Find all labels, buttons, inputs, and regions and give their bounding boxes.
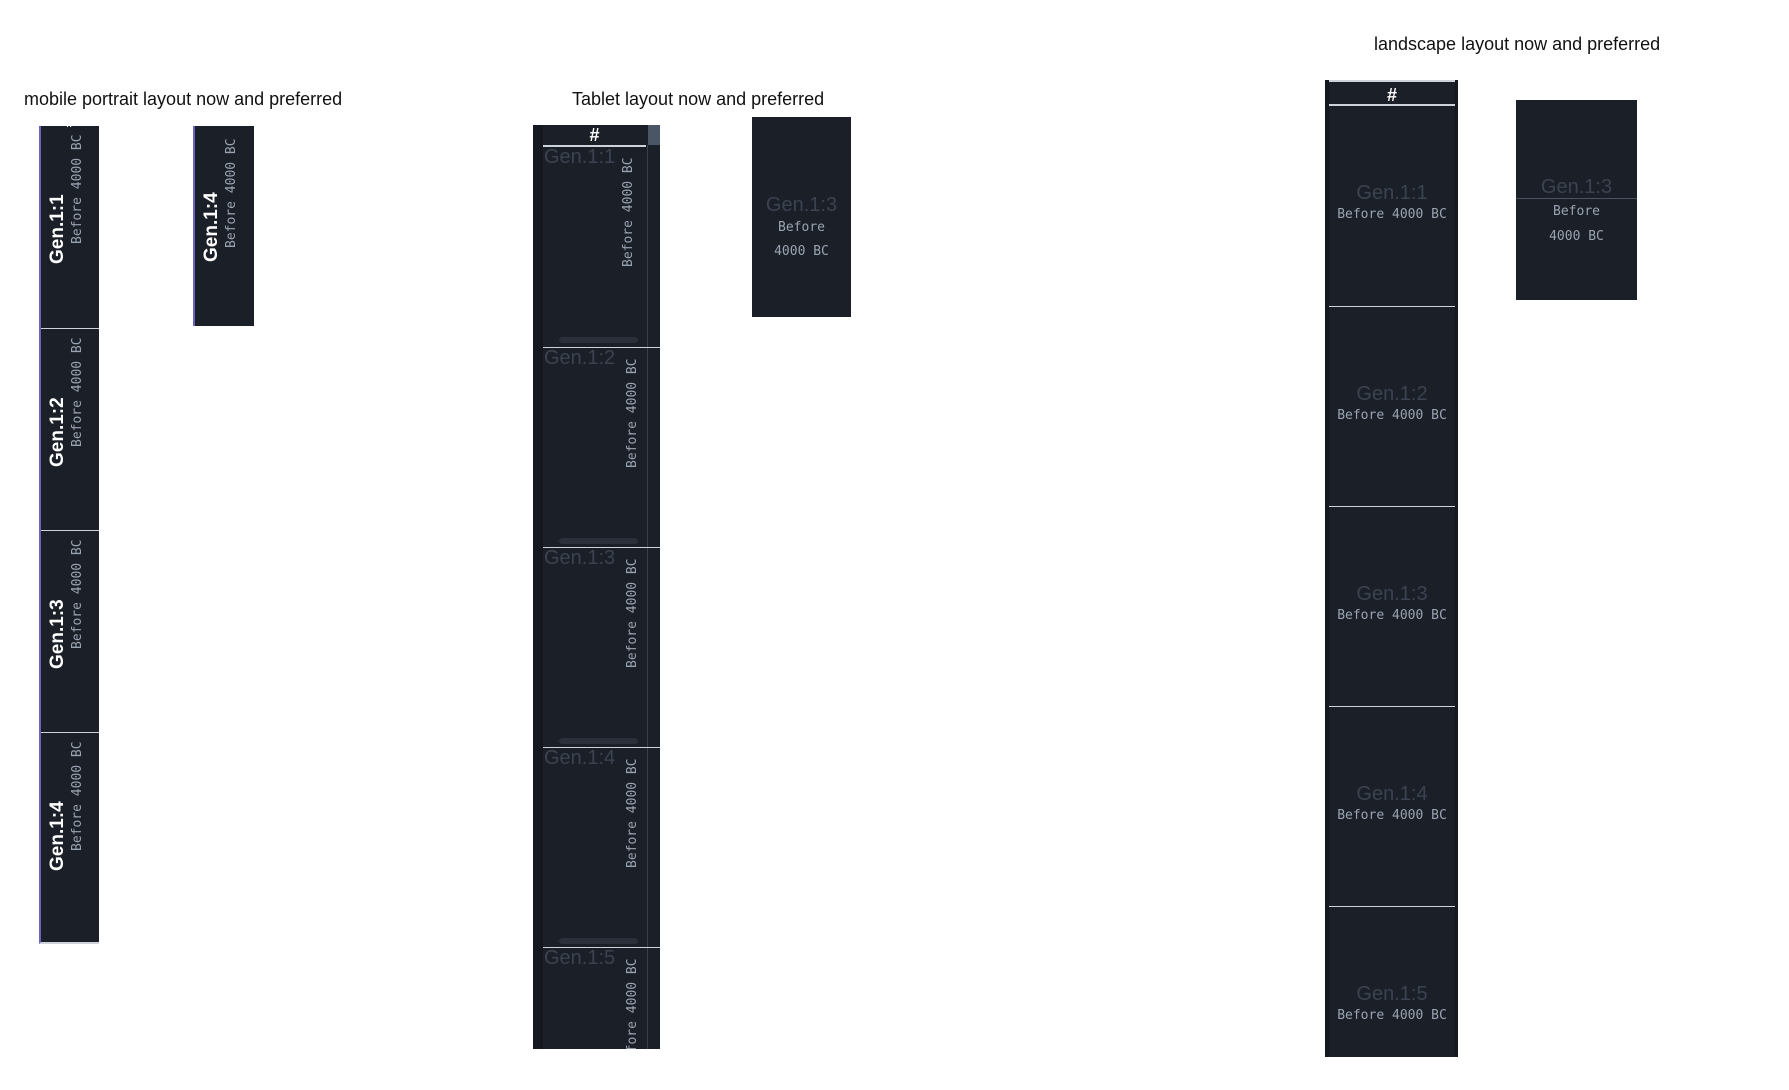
verse-ref: Gen.1:2 xyxy=(1356,383,1428,405)
verse-ref: Gen.1:3 xyxy=(1540,176,1613,198)
verse-ref: Gen.1:3 xyxy=(47,599,68,669)
landscape-preferred-cell[interactable]: Gen.1:3 Before 4000 BC xyxy=(1516,100,1637,300)
verse-ref: Gen.1:2 xyxy=(47,397,68,467)
tablet-current-table[interactable]: # Gen.1:1 Before 4000 BC Gen.1:2 Before … xyxy=(533,125,660,1049)
verse-date: Before xyxy=(1553,204,1600,219)
divider xyxy=(1516,198,1637,199)
verse-date: Before 4000 BC xyxy=(625,558,640,668)
verse-ref: Gen.1:3 xyxy=(1356,583,1428,605)
verse-date: 4000 BC xyxy=(1549,229,1604,244)
verse-ref: Gen.1:1 xyxy=(47,194,68,264)
verse-date: 4000 BC xyxy=(774,244,829,259)
tablet-row-1[interactable]: Gen.1:1 Before 4000 BC xyxy=(543,147,660,347)
verse-date: Before 4000 BC xyxy=(70,539,85,649)
tablet-preferred-cell[interactable]: Gen.1:3 Before 4000 BC xyxy=(752,117,851,317)
mobile-row-3[interactable]: Gen.1:3 Before 4000 BC xyxy=(41,530,99,733)
verse-date: Before 4000 BC xyxy=(224,138,239,248)
verse-date: Before 4000 BC xyxy=(70,337,85,447)
landscape-caption: landscape layout now and preferred xyxy=(1374,34,1661,54)
landscape-header-hash[interactable]: # xyxy=(1329,80,1455,106)
verse-date: Before 4000 BC xyxy=(1337,808,1447,823)
verse-ref: Gen.1:2 xyxy=(544,347,616,369)
verse-date: Before 4000 BC xyxy=(70,741,85,851)
landscape-current-table[interactable]: # Gen.1:1 Before 4000 BC Gen.1:2 Before … xyxy=(1325,80,1458,1057)
verse-ref: Gen.1:3 xyxy=(544,547,616,569)
verse-date: Before 4000 BC xyxy=(625,958,640,1049)
landscape-row-1[interactable]: Gen.1:1 Before 4000 BC xyxy=(1329,106,1455,306)
row-scrollbar[interactable] xyxy=(559,337,638,343)
row-scrollbar[interactable] xyxy=(559,738,638,744)
verse-ref: Gen.1:5 xyxy=(544,947,616,969)
tablet-row-5[interactable]: Gen.1:5 Before 4000 BC xyxy=(543,947,660,1049)
tablet-scrollbar-thumb[interactable] xyxy=(648,125,660,145)
verse-date: Before 4000 BC xyxy=(1337,1008,1447,1023)
verse-ref: Gen.1:4 xyxy=(47,801,68,871)
landscape-row-5[interactable]: Gen.1:5 Before 4000 BC xyxy=(1329,906,1455,1057)
verse-date: Before 4000 BC xyxy=(70,134,85,244)
verse-ref: Gen.1:4 xyxy=(201,192,222,262)
verse-ref: Gen.1:3 xyxy=(765,194,838,216)
tablet-header-hash[interactable]: # xyxy=(543,125,646,147)
row-scrollbar[interactable] xyxy=(559,538,638,544)
verse-date: Before xyxy=(778,220,825,235)
verse-date: Before 4000 BC xyxy=(625,358,640,468)
mobile-row-2[interactable]: Gen.1:2 Before 4000 BC xyxy=(41,328,99,531)
mobile-row-4[interactable]: Gen.1:4 Before 4000 BC xyxy=(41,732,99,942)
tablet-caption: Tablet layout now and preferred xyxy=(572,89,825,109)
verse-date: Before 4000 BC xyxy=(1337,207,1447,222)
tablet-row-2[interactable]: Gen.1:2 Before 4000 BC xyxy=(543,347,660,548)
verse-ref: Gen.1:4 xyxy=(544,747,616,769)
landscape-row-2[interactable]: Gen.1:2 Before 4000 BC xyxy=(1329,306,1455,507)
verse-date: Before 4000 BC xyxy=(625,758,640,868)
verse-ref: Gen.1:4 xyxy=(1356,783,1428,805)
mobile-current-table[interactable]: # Gen.1:1 Before 4000 BC Gen.1:2 Before … xyxy=(39,126,99,944)
verse-date: Before 4000 BC xyxy=(1337,608,1447,623)
mobile-preferred-cell[interactable]: Gen.1:4 Before 4000 BC xyxy=(193,126,254,326)
tablet-row-3[interactable]: Gen.1:3 Before 4000 BC xyxy=(543,547,660,748)
landscape-row-4[interactable]: Gen.1:4 Before 4000 BC xyxy=(1329,706,1455,907)
verse-ref: Gen.1:5 xyxy=(1356,983,1428,1005)
mobile-caption: mobile portrait layout now and preferred xyxy=(24,89,343,109)
row-scrollbar[interactable] xyxy=(559,938,638,944)
verse-date: Before 4000 BC xyxy=(621,157,636,267)
verse-ref: Gen.1:1 xyxy=(1356,182,1428,204)
mobile-row-1[interactable]: Gen.1:1 Before 4000 BC xyxy=(41,126,99,328)
verse-date: Before 4000 BC xyxy=(1337,408,1447,423)
landscape-row-3[interactable]: Gen.1:3 Before 4000 BC xyxy=(1329,506,1455,707)
verse-ref: Gen.1:1 xyxy=(544,147,616,168)
tablet-row-4[interactable]: Gen.1:4 Before 4000 BC xyxy=(543,747,660,948)
